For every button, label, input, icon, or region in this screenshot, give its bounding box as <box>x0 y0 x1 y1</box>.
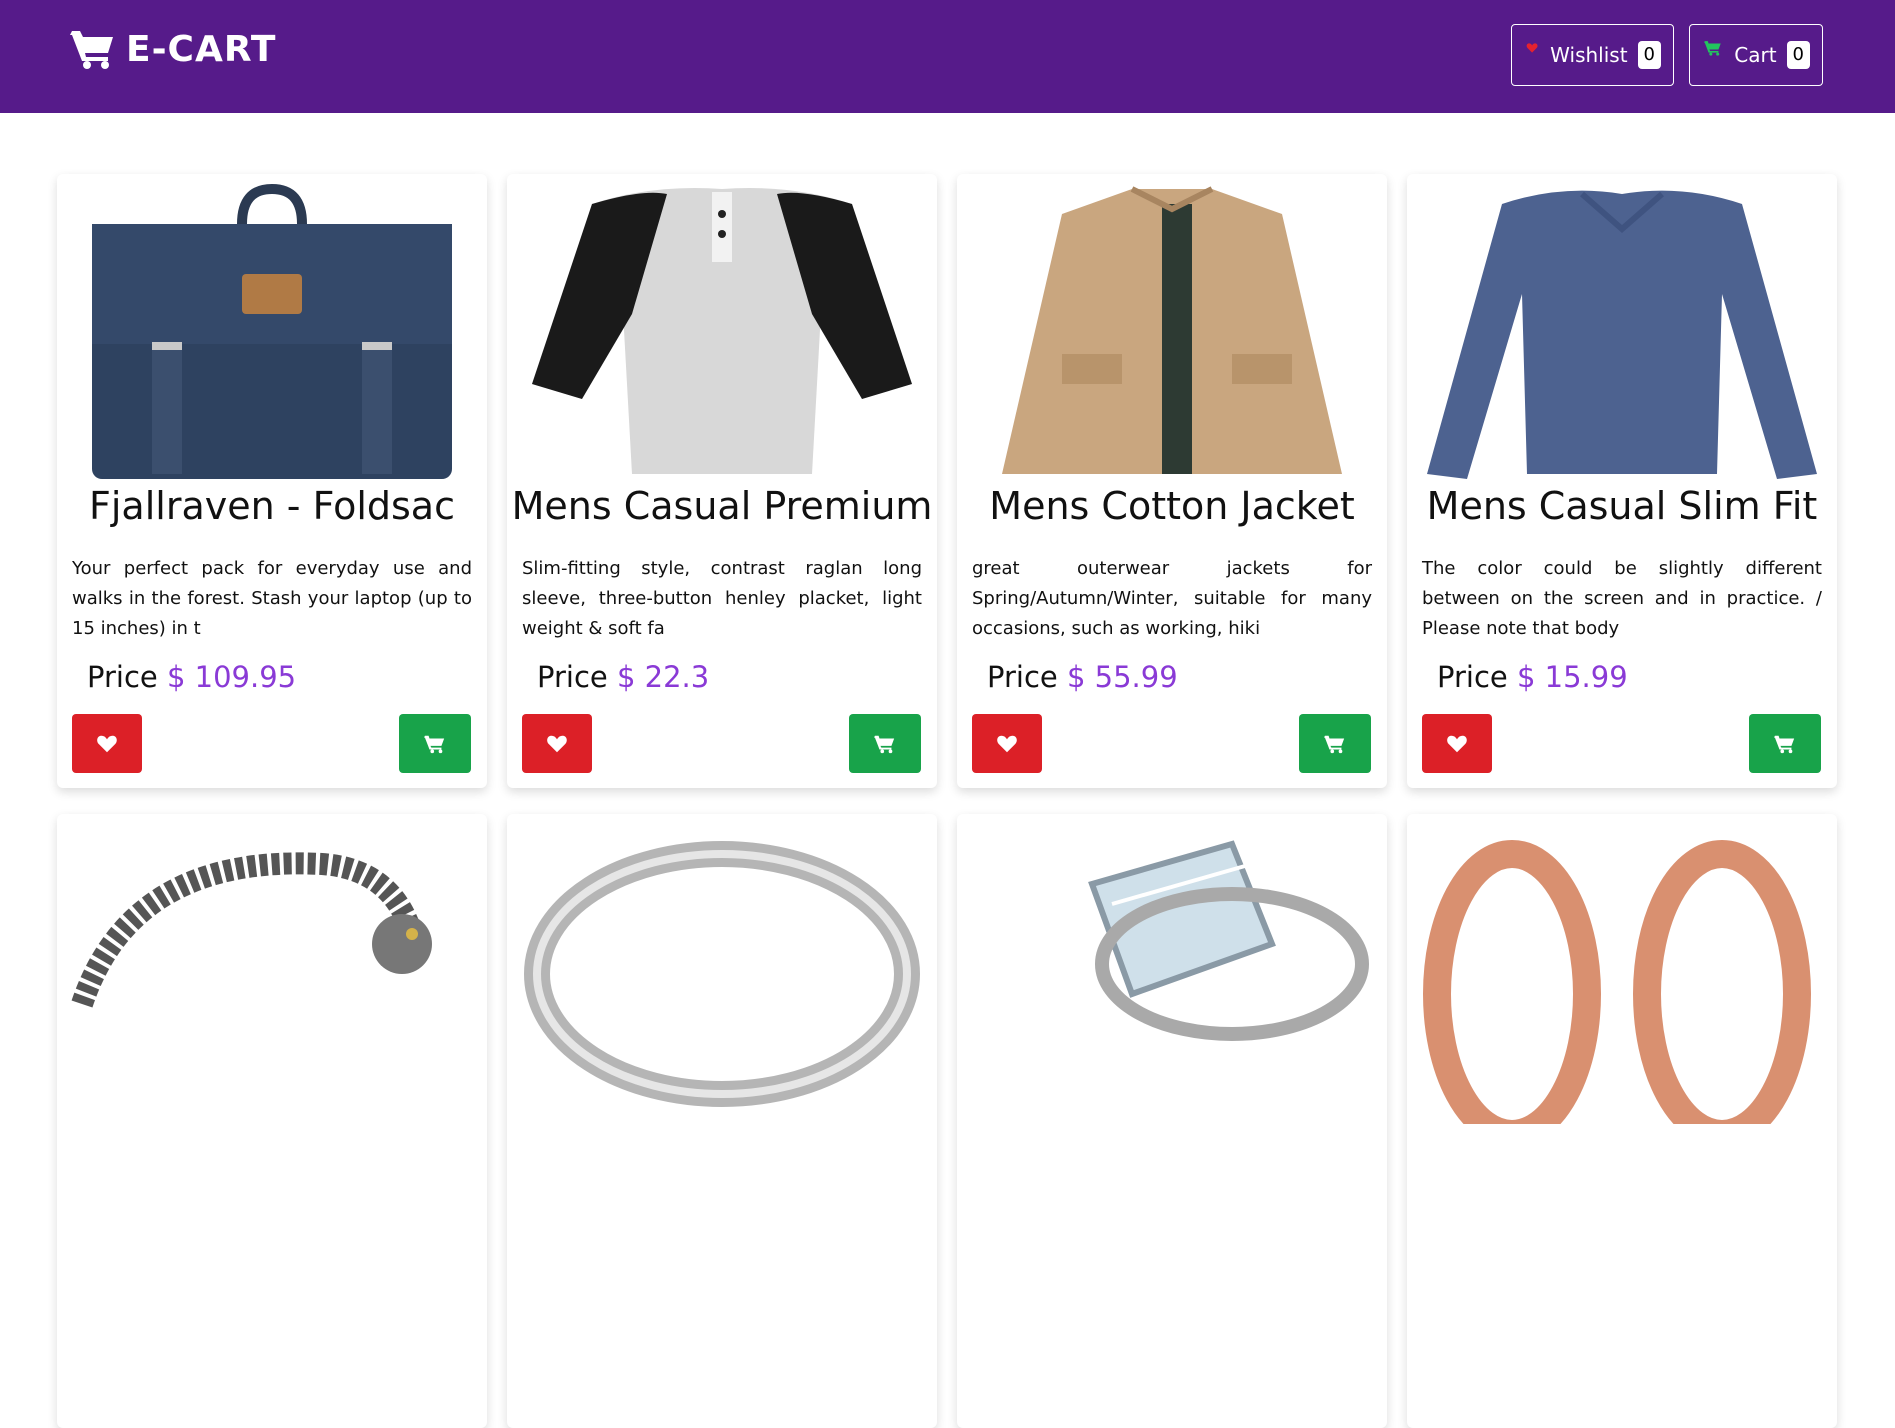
product-price: Price $ 109.95 <box>87 660 296 694</box>
product-description: Slim-fitting style, contrast raglan long… <box>522 558 922 639</box>
brand-logo[interactable]: E-CART <box>70 24 276 74</box>
product-image-jacket[interactable] <box>971 184 1373 484</box>
backpack-image <box>92 184 452 479</box>
product-image-rose-gold-plugs[interactable] <box>1421 824 1823 1124</box>
cart-label: Cart <box>1734 43 1777 67</box>
cart-icon <box>1324 735 1345 753</box>
product-title: Fjallraven - Foldsac <box>89 484 455 528</box>
add-to-cart-button[interactable] <box>1299 714 1371 773</box>
add-to-cart-button[interactable] <box>399 714 471 773</box>
price-label: Price <box>537 660 608 694</box>
cart-count-badge: 0 <box>1786 41 1810 69</box>
product-card: Mens Casual Slim Fit The color could be … <box>1407 174 1837 788</box>
product-card: Mens Cotton Jacket great outerwear jacke… <box>957 174 1387 788</box>
rose-gold-plugs-image <box>1423 840 1811 1124</box>
heart-icon <box>997 735 1017 752</box>
add-to-wishlist-button[interactable] <box>972 714 1042 773</box>
product-description: great outerwear jackets for Spring/Autum… <box>972 558 1372 639</box>
product-price: Price $ 22.3 <box>537 660 709 694</box>
add-to-cart-button[interactable] <box>849 714 921 773</box>
add-to-wishlist-button[interactable] <box>1422 714 1492 773</box>
wishlist-button[interactable]: Wishlist 0 <box>1511 24 1674 86</box>
product-image-diamond-ring[interactable] <box>971 824 1373 1124</box>
product-image-backpack[interactable] <box>71 184 473 484</box>
product-grid: Fjallraven - Foldsac Your perfect pack f… <box>57 174 1839 1428</box>
price-amount: $ 109.95 <box>166 660 297 694</box>
product-image-long-sleeve-tee[interactable] <box>1421 184 1823 484</box>
wishlist-count-badge: 0 <box>1637 41 1661 69</box>
product-title: Mens Casual Slim Fit <box>1426 484 1818 528</box>
long-sleeve-tee-image <box>1427 190 1817 479</box>
heart-icon <box>97 735 117 752</box>
raglan-shirt-image <box>532 188 912 474</box>
product-image-raglan-shirt[interactable] <box>521 184 923 484</box>
cart-icon <box>1774 735 1795 753</box>
add-to-wishlist-button[interactable] <box>72 714 142 773</box>
heart-icon <box>1526 43 1538 53</box>
cart-button[interactable]: Cart 0 <box>1689 24 1823 86</box>
product-description: The color could be slightly different be… <box>1422 558 1822 639</box>
jacket-image <box>1002 186 1342 474</box>
product-card <box>57 814 487 1428</box>
product-title: Mens Cotton Jacket <box>989 484 1355 528</box>
price-amount: $ 55.99 <box>1066 660 1178 694</box>
product-title: Mens Casual Premium <box>511 484 933 528</box>
product-description: Your perfect pack for everyday use and w… <box>72 558 472 639</box>
product-image-silver-ring[interactable] <box>521 824 923 1124</box>
wishlist-label: Wishlist <box>1550 43 1628 67</box>
product-card: Fjallraven - Foldsac Your perfect pack f… <box>57 174 487 788</box>
product-card <box>1407 814 1837 1428</box>
cart-icon <box>424 735 445 753</box>
product-image-dragon-bracelet[interactable] <box>71 824 473 1124</box>
price-label: Price <box>987 660 1058 694</box>
shopping-cart-icon <box>70 31 113 69</box>
product-price: Price $ 55.99 <box>987 660 1178 694</box>
price-amount: $ 22.3 <box>616 660 710 694</box>
heart-icon <box>547 735 567 752</box>
heart-icon <box>1447 735 1467 752</box>
price-label: Price <box>87 660 158 694</box>
navbar: E-CART Wishlist 0 Cart 0 <box>0 0 1895 113</box>
silver-ring-image <box>524 841 920 1107</box>
product-card <box>957 814 1387 1428</box>
brand-name: E-CART <box>126 28 277 70</box>
price-label: Price <box>1437 660 1508 694</box>
product-card: Mens Casual Premium Slim-fitting style, … <box>507 174 937 788</box>
cart-icon <box>1704 41 1721 56</box>
cart-icon <box>874 735 895 753</box>
dragon-bracelet-image <box>71 852 432 1008</box>
add-to-cart-button[interactable] <box>1749 714 1821 773</box>
product-price: Price $ 15.99 <box>1437 660 1628 694</box>
add-to-wishlist-button[interactable] <box>522 714 592 773</box>
diamond-ring-image <box>1088 840 1369 1041</box>
price-amount: $ 15.99 <box>1516 660 1628 694</box>
product-card <box>507 814 937 1428</box>
